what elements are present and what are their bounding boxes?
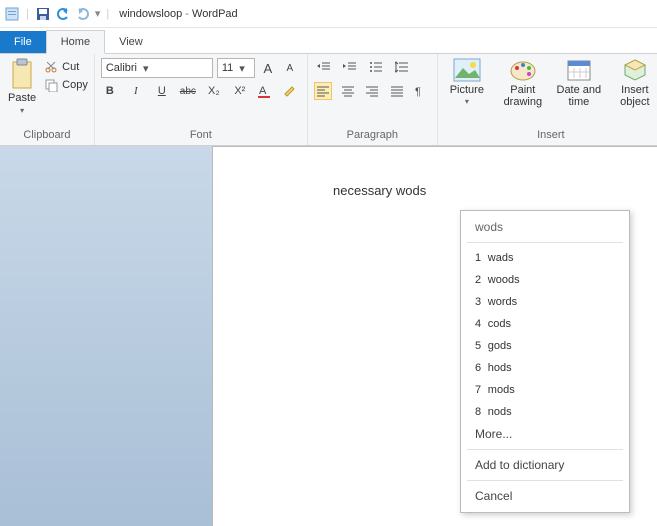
- decrease-indent-button[interactable]: [314, 58, 334, 76]
- subscript-button[interactable]: X₂: [205, 85, 223, 97]
- font-size-value: 11: [222, 62, 233, 74]
- qat-dropdown-icon[interactable]: ▾: [95, 7, 101, 20]
- font-size-combo[interactable]: 11 ▾: [217, 58, 255, 78]
- suggestion-3[interactable]: 3 words: [461, 290, 629, 312]
- calendar-icon: [565, 58, 593, 82]
- suggestion-7[interactable]: 7 mods: [461, 378, 629, 400]
- group-paragraph-label: Paragraph: [314, 127, 431, 143]
- chevron-down-icon: ▾: [20, 106, 24, 115]
- spellcheck-context-menu: wods 1 wads 2 woods 3 words 4 cods 5 god…: [460, 210, 630, 513]
- justify-button[interactable]: [388, 82, 407, 100]
- object-icon: [621, 58, 649, 82]
- suggestion-2[interactable]: 2 woods: [461, 268, 629, 290]
- qat-separator-2: |: [106, 8, 109, 20]
- increase-indent-button[interactable]: [340, 58, 360, 76]
- insert-paint-button[interactable]: Paint drawing: [500, 58, 546, 108]
- group-clipboard: Paste ▾ Cut Copy Clipboard: [0, 54, 95, 145]
- paint-label: Paint drawing: [500, 84, 546, 108]
- align-left-button[interactable]: [314, 82, 333, 100]
- tab-home[interactable]: Home: [46, 30, 105, 54]
- group-insert-label: Insert: [444, 127, 657, 143]
- copy-icon: [44, 78, 58, 92]
- insert-date-button[interactable]: Date and time: [556, 58, 602, 108]
- copy-label: Copy: [62, 79, 88, 91]
- picture-label: Picture: [450, 84, 484, 96]
- paste-label: Paste: [8, 92, 36, 104]
- font-name-value: Calibri: [106, 62, 137, 74]
- italic-button[interactable]: I: [127, 85, 145, 97]
- context-sep: [467, 480, 623, 481]
- bullets-button[interactable]: [366, 58, 386, 76]
- undo-icon[interactable]: [55, 6, 71, 22]
- bold-button[interactable]: B: [101, 85, 119, 97]
- tab-file[interactable]: File: [0, 31, 46, 53]
- insert-picture-button[interactable]: Picture ▾: [444, 58, 490, 107]
- window-title: windowsloop - WordPad: [119, 8, 237, 20]
- scissors-icon: [44, 60, 58, 74]
- tab-view[interactable]: View: [105, 31, 157, 53]
- context-title: wods: [461, 215, 629, 239]
- ribbon: Paste ▾ Cut Copy Clipboard Calibri ▾ 11 ▾ …: [0, 54, 657, 146]
- document-text[interactable]: necessary wods: [333, 183, 426, 198]
- chevron-down-icon: ▾: [239, 62, 245, 75]
- group-font-label: Font: [101, 127, 301, 143]
- superscript-button[interactable]: X²: [231, 85, 249, 97]
- align-right-button[interactable]: [363, 82, 382, 100]
- text-color-button[interactable]: A: [257, 84, 275, 98]
- suggestion-4[interactable]: 4 cods: [461, 312, 629, 334]
- suggestion-5[interactable]: 5 gods: [461, 334, 629, 356]
- context-add-dictionary[interactable]: Add to dictionary: [461, 453, 629, 477]
- suggestion-8[interactable]: 8 nods: [461, 400, 629, 422]
- cut-button[interactable]: Cut: [44, 60, 88, 74]
- paragraph-dialog-button[interactable]: ¶: [412, 82, 431, 100]
- title-bar: | ▾ | windowsloop - WordPad: [0, 0, 657, 28]
- date-label: Date and time: [556, 84, 602, 108]
- font-name-combo[interactable]: Calibri ▾: [101, 58, 213, 78]
- chevron-down-icon: ▾: [143, 62, 149, 75]
- svg-text:A: A: [259, 85, 267, 97]
- align-center-button[interactable]: [338, 82, 357, 100]
- save-icon[interactable]: [35, 6, 51, 22]
- group-insert: Picture ▾ Paint drawing Date and time In…: [438, 54, 657, 145]
- chevron-down-icon: ▾: [465, 98, 469, 107]
- picture-icon: [453, 58, 481, 82]
- underline-button[interactable]: U: [153, 85, 171, 97]
- line-spacing-button[interactable]: [392, 58, 412, 76]
- ribbon-tabs: File Home View: [0, 28, 657, 54]
- object-label: Insert object: [612, 84, 657, 108]
- copy-button[interactable]: Copy: [44, 78, 88, 92]
- qat-separator: |: [26, 8, 29, 20]
- group-paragraph: ¶ Paragraph: [308, 54, 438, 145]
- app-icon: [4, 6, 20, 22]
- cut-label: Cut: [62, 61, 79, 73]
- suggestion-6[interactable]: 6 hods: [461, 356, 629, 378]
- paste-button[interactable]: Paste ▾: [6, 58, 38, 115]
- group-font: Calibri ▾ 11 ▾ A A B I U abc X₂ X² A Font: [95, 54, 308, 145]
- svg-text:¶: ¶: [415, 86, 421, 97]
- suggestion-1[interactable]: 1 wads: [461, 246, 629, 268]
- context-sep: [467, 242, 623, 243]
- redo-icon[interactable]: [75, 6, 91, 22]
- insert-object-button[interactable]: Insert object: [612, 58, 657, 108]
- group-clipboard-label: Clipboard: [6, 127, 88, 143]
- highlight-button[interactable]: [283, 84, 301, 98]
- clipboard-icon: [9, 58, 35, 90]
- palette-icon: [509, 58, 537, 82]
- context-more[interactable]: More...: [461, 422, 629, 446]
- shrink-font-button[interactable]: A: [281, 63, 299, 74]
- grow-font-button[interactable]: A: [259, 61, 277, 76]
- strikethrough-button[interactable]: abc: [179, 86, 197, 97]
- context-sep: [467, 449, 623, 450]
- context-cancel[interactable]: Cancel: [461, 484, 629, 508]
